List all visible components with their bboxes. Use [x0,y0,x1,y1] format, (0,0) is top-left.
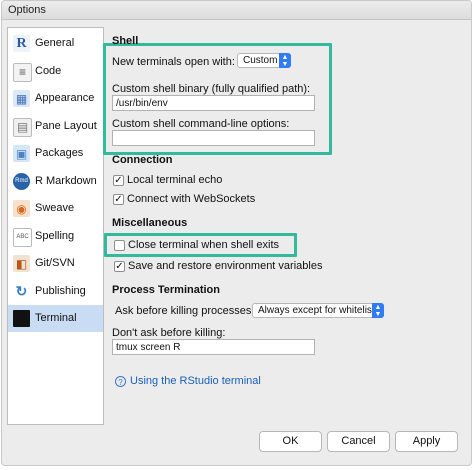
sweave-icon: ◉ [13,200,30,217]
sidebar-item-spelling[interactable]: ABC Spelling [8,223,103,250]
sidebar-item-label: Spelling [35,229,75,242]
sidebar-item-publishing[interactable]: ↻ Publishing [8,278,103,305]
dont-ask-field[interactable] [112,339,315,355]
process-section-title: Process Termination [112,284,220,296]
local-echo-checkbox[interactable]: ✓ [113,175,124,186]
sidebar-item-packages[interactable]: ▣ Packages [8,140,103,167]
cancel-button[interactable]: Cancel [327,431,390,452]
sidebar-item-general[interactable]: R General [8,30,103,57]
sidebar-item-label: Publishing [35,284,86,297]
sidebar-item-sweave[interactable]: ◉ Sweave [8,195,103,222]
help-circle-icon: ? [115,376,126,387]
options-window: Options R General ≡ Code ▦ Appearance ▤ Pane La… [1,0,472,466]
rmarkdown-icon: Rmd [13,172,30,190]
ask-before-killing-label: Ask before killing processes: [115,305,255,317]
select-stepper-icon: ▲ ▼ [372,303,384,318]
close-terminal-checkbox[interactable] [114,240,125,251]
shell-binary-field[interactable] [112,95,315,111]
misc-section-title: Miscellaneous [112,217,188,229]
sidebar-item-label: R Markdown [35,174,97,187]
open-with-label: New terminals open with: [112,56,235,68]
dont-ask-label: Don't ask before killing: [112,327,226,339]
websockets-checkbox[interactable]: ✓ [113,194,124,205]
sidebar-item-r-markdown[interactable]: Rmd R Markdown [8,168,103,195]
sidebar-item-label: Git/SVN [35,257,75,269]
shell-binary-label: Custom shell binary (fully qualified pat… [112,83,311,95]
sidebar-item-label: Pane Layout [35,119,97,132]
options-sidebar: R General ≡ Code ▦ Appearance ▤ Pane Layout ▣ Pac… [7,27,104,425]
save-restore-checkbox[interactable]: ✓ [114,261,125,272]
close-terminal-label: Close terminal when shell exits [128,239,280,251]
select-stepper-icon: ▲ ▼ [279,53,291,68]
r-logo-icon: R [13,35,30,52]
sidebar-item-label: Code [35,64,62,77]
shell-options-field[interactable] [112,130,315,146]
sidebar-item-appearance[interactable]: ▦ Appearance [8,85,103,112]
save-restore-label: Save and restore environment variables [128,260,323,272]
title-bar: Options [2,1,471,20]
packages-box-icon: ▣ [13,145,30,162]
window-title: Options [8,4,46,16]
local-echo-label: Local terminal echo [127,174,223,186]
sidebar-item-code[interactable]: ≡ Code [8,58,103,85]
sidebar-item-label: Terminal [35,312,77,324]
connection-section-title: Connection [112,154,173,166]
ask-before-killing-value: Always except for whitelist [258,305,375,316]
sidebar-item-terminal[interactable]: Terminal [8,305,103,332]
ask-before-killing-select[interactable]: Always except for whitelist ▲ ▼ [252,303,384,318]
open-with-value: Custom [243,55,278,66]
sidebar-item-label: Appearance [35,92,95,104]
ok-button[interactable]: OK [259,431,322,452]
terminal-icon [13,310,30,327]
open-with-select[interactable]: Custom ▲ ▼ [237,53,291,68]
sidebar-item-label: Sweave [35,202,75,214]
publishing-icon: ↻ [13,282,30,300]
git-svn-icon: ◧ [13,255,30,272]
sidebar-item-git-svn[interactable]: ◧ Git/SVN [8,250,103,277]
shell-options-label: Custom shell command-line options: [112,118,290,130]
sidebar-item-pane-layout[interactable]: ▤ Pane Layout [8,113,103,140]
spelling-abc-icon: ABC [13,227,32,247]
code-page-icon: ≡ [13,62,32,82]
websockets-label: Connect with WebSockets [127,193,256,205]
appearance-palette-icon: ▦ [13,90,30,107]
sidebar-item-label: Packages [35,147,84,159]
pane-layout-icon: ▤ [13,117,32,137]
shell-section-title: Shell [112,35,139,47]
sidebar-item-label: General [35,37,75,49]
rstudio-terminal-help-link[interactable]: Using the RStudio terminal [130,375,261,387]
apply-button[interactable]: Apply [395,431,458,452]
